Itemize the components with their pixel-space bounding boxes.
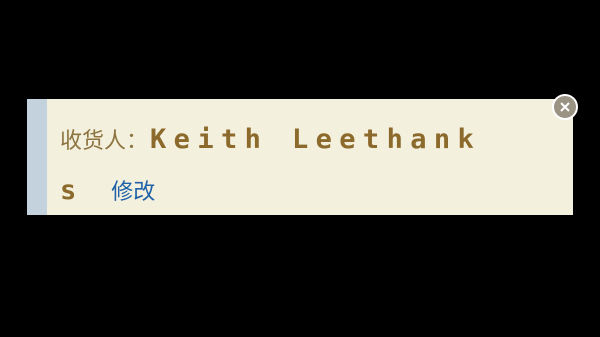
edit-address-link[interactable]: 修改 xyxy=(111,174,155,206)
recipient-line-continued: s 修改 xyxy=(60,172,155,208)
recipient-name-continued: s xyxy=(60,174,77,206)
recipient-name: Keith Leethank xyxy=(150,123,482,155)
screen: 收货人： Keith Leethank s 修改 xyxy=(0,0,600,337)
recipient-label: 收货人： xyxy=(60,129,149,154)
recipient-line: 收货人： Keith Leethank xyxy=(60,121,481,157)
address-card: 收货人： Keith Leethank s 修改 xyxy=(27,99,573,215)
close-button[interactable] xyxy=(552,94,578,120)
close-icon xyxy=(560,102,570,112)
card-accent-bar xyxy=(27,99,47,215)
